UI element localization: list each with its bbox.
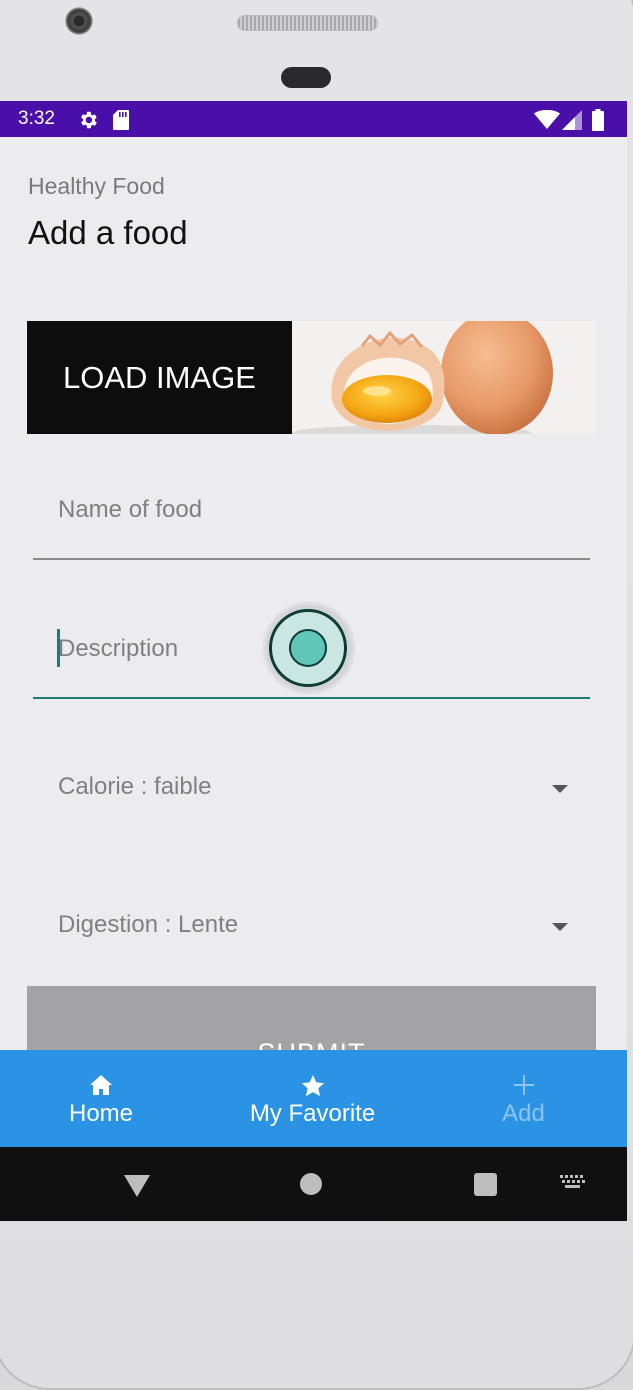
recents-icon[interactable] — [474, 1173, 497, 1196]
digestion-selected-value: Digestion : Lente — [58, 911, 239, 938]
calorie-dropdown[interactable]: Calorie : faible — [33, 773, 590, 823]
load-image-button[interactable]: LOAD IMAGE — [27, 321, 292, 434]
description-underline — [33, 697, 590, 699]
signal-icon — [562, 110, 582, 134]
nav-label-home: Home — [68, 1100, 134, 1127]
settings-gear-icon — [77, 109, 99, 135]
status-bar: 3:32 — [0, 101, 627, 137]
page-title: Add a food — [28, 214, 188, 251]
star-icon — [300, 1074, 326, 1103]
description-placeholder: Description — [58, 635, 179, 662]
name-of-food-placeholder: Name of food — [58, 496, 203, 523]
keyboard-icon[interactable] — [560, 1175, 586, 1195]
plus-icon — [513, 1074, 535, 1101]
dropdown-arrow-icon — [552, 785, 568, 793]
wifi-icon — [534, 110, 560, 134]
back-icon[interactable] — [124, 1175, 150, 1197]
nav-label-my-favorite: My Favorite — [249, 1100, 376, 1127]
home-icon — [89, 1074, 113, 1101]
status-time: 3:32 — [18, 108, 55, 129]
dropdown-arrow-icon — [552, 923, 568, 931]
battery-icon — [592, 109, 604, 135]
name-underline — [33, 558, 590, 560]
home-circle-icon[interactable] — [300, 1173, 322, 1195]
calorie-selected-value: Calorie : faible — [58, 773, 212, 800]
nav-item-add[interactable]: Add — [460, 1050, 587, 1147]
system-navigation-bar — [0, 1147, 627, 1221]
nav-item-my-favorite[interactable]: My Favorite — [225, 1050, 400, 1147]
nav-label-add: Add — [502, 1100, 545, 1127]
nav-item-home[interactable]: Home — [30, 1050, 172, 1147]
touch-indicator-dot — [289, 629, 327, 667]
app-subtitle: Healthy Food — [28, 173, 165, 199]
bottom-navigation: Home My Favorite Add — [0, 1050, 627, 1147]
front-camera — [65, 7, 93, 35]
speaker-grille — [237, 15, 378, 31]
food-image-preview — [292, 321, 596, 434]
earpiece-speaker — [281, 67, 331, 88]
app-screen: 3:32 Healthy Food Add a food LOAD IMAGE — [0, 101, 627, 1221]
sd-card-icon — [112, 109, 130, 135]
digestion-dropdown[interactable]: Digestion : Lente — [33, 911, 590, 961]
name-of-food-field[interactable]: Name of food — [33, 490, 590, 560]
